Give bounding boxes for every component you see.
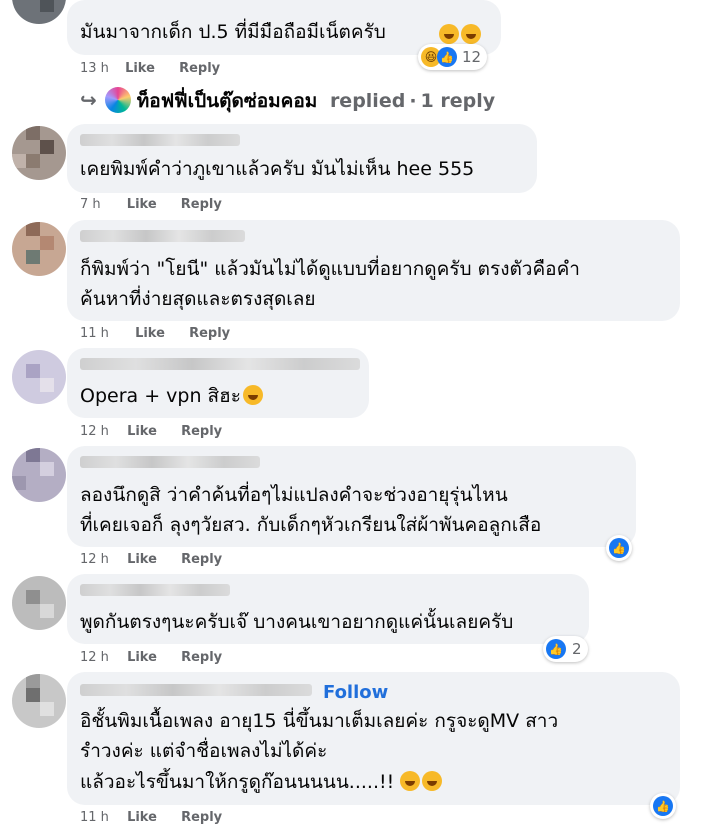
haha-icon <box>461 24 481 44</box>
commenter-name[interactable] <box>80 134 240 146</box>
like-icon: 👍 <box>653 796 673 816</box>
view-replies-link[interactable]: ↪ ท็อฟฟี่เป็นตุ๊ดซ่อมคอม replied · 1 reply <box>80 86 495 116</box>
comment-text: ลองนึกดูสิ ว่าคำค้นที่อๆไม่แปลงคำจะช่วงอ… <box>80 484 508 506</box>
like-icon: 👍 <box>546 639 566 659</box>
comment-text: ค้นหาที่ง่ายสุดและตรงสุดเลย <box>80 288 316 310</box>
comment-time[interactable]: 12 h <box>80 424 109 439</box>
avatar[interactable] <box>12 674 66 728</box>
like-icon: 👍 <box>609 538 629 558</box>
like-icon: 👍 <box>437 47 457 67</box>
comment-meta: 11 h Like Reply <box>80 326 230 341</box>
comment-text: Opera + vpn สิฮะ <box>80 381 263 411</box>
comment-text: แล้วอะไรขึ้นมาให้กรูดูก๊อนนนนน.....!! <box>80 767 443 797</box>
commenter-name[interactable] <box>80 230 245 242</box>
reply-button[interactable]: Reply <box>181 810 222 825</box>
reply-button[interactable]: Reply <box>181 424 222 439</box>
comment-time[interactable]: 11 h <box>80 810 109 825</box>
haha-icon <box>422 771 443 791</box>
like-button[interactable]: Like <box>127 810 157 825</box>
comment-meta: 12 h Like Reply <box>80 552 222 567</box>
comment-text-content: Opera + vpn สิฮะ <box>80 385 241 407</box>
comment-text: อิชั้นพิมเนื้อเพลง อายุ15 นี่ขึ้นมาเต็มเ… <box>80 710 559 732</box>
avatar[interactable] <box>12 448 66 502</box>
like-button[interactable]: Like <box>127 650 157 665</box>
comment-meta: 12 h Like Reply <box>80 424 222 439</box>
comment-text-content: แล้วอะไรขึ้นมาให้กรูดูก๊อนนนนน.....!! <box>80 771 395 793</box>
avatar[interactable] <box>12 222 66 276</box>
like-button[interactable]: Like <box>127 424 157 439</box>
avatar[interactable] <box>12 350 66 404</box>
comment-text: รำวงค่ะ แต่จำชื่อเพลงไม่ได้ค่ะ <box>80 740 328 762</box>
avatar[interactable] <box>12 0 66 24</box>
reply-arrow-icon: ↪ <box>80 88 97 112</box>
reply-button[interactable]: Reply <box>189 326 230 341</box>
comment-meta: 7 h Like Reply <box>80 197 222 212</box>
like-button[interactable]: Like <box>127 197 157 212</box>
reaction-summary[interactable]: 👍 2 <box>543 636 588 662</box>
reaction-count: 12 <box>462 48 482 66</box>
comment-meta: 13 h Like Reply <box>80 61 220 76</box>
comment-text: ก็พิมพ์ว่า "โยนี" แล้วมันไม่ได้ดูแบบที่อ… <box>80 258 580 280</box>
haha-icon <box>400 771 421 791</box>
haha-icon <box>439 24 459 44</box>
comment-time[interactable]: 12 h <box>80 552 109 567</box>
comment-text: เคยพิมพ์คำว่าภูเขาแล้วครับ มันไม่เห็น he… <box>80 158 475 180</box>
reaction-summary[interactable]: 👍 <box>650 793 676 819</box>
like-button[interactable]: Like <box>127 552 157 567</box>
reaction-summary[interactable]: 👍 <box>606 535 632 561</box>
grin-emoji-icon <box>242 385 263 405</box>
comment-time[interactable]: 13 h <box>80 61 109 76</box>
avatar[interactable] <box>12 126 66 180</box>
reply-button[interactable]: Reply <box>181 552 222 567</box>
commenter-name[interactable] <box>80 358 360 370</box>
comment-meta: 12 h Like Reply <box>80 650 222 665</box>
follow-button[interactable]: Follow <box>323 682 388 703</box>
reaction-count: 2 <box>572 640 582 658</box>
comment-time[interactable]: 12 h <box>80 650 109 665</box>
like-button[interactable]: Like <box>135 326 165 341</box>
separator-dot: · <box>409 90 417 112</box>
replied-label: replied <box>329 90 406 112</box>
avatar[interactable] <box>12 576 66 630</box>
comment-time[interactable]: 11 h <box>80 326 109 341</box>
commenter-name[interactable] <box>80 456 260 468</box>
reply-button[interactable]: Reply <box>181 197 222 212</box>
commenter-name[interactable] <box>80 684 312 696</box>
comment-text: พูดกันตรงๆนะครับเจ๊ บางคนเขาอยากดูแค่นั้… <box>80 611 514 633</box>
reply-button[interactable]: Reply <box>181 650 222 665</box>
commenter-name[interactable] <box>80 584 230 596</box>
reply-count: 1 reply <box>420 90 496 112</box>
avatar <box>104 87 131 113</box>
reply-button[interactable]: Reply <box>179 61 220 76</box>
comment-text: ที่เคยเจอก็ ลุงๆวัยสว. กับเด็กๆหัวเกรียน… <box>80 514 542 536</box>
comment-time[interactable]: 7 h <box>80 197 101 212</box>
comment-text: มันมาจากเด็ก ป.5 ที่มีมือถือมีเน็ตครับ <box>80 21 386 43</box>
comment-meta: 11 h Like Reply <box>80 810 222 825</box>
reaction-summary[interactable]: 😆 👍 12 <box>418 44 488 70</box>
reply-author: ท็อฟฟี่เป็นตุ๊ดซ่อมคอม <box>136 90 318 112</box>
like-button[interactable]: Like <box>125 61 155 76</box>
